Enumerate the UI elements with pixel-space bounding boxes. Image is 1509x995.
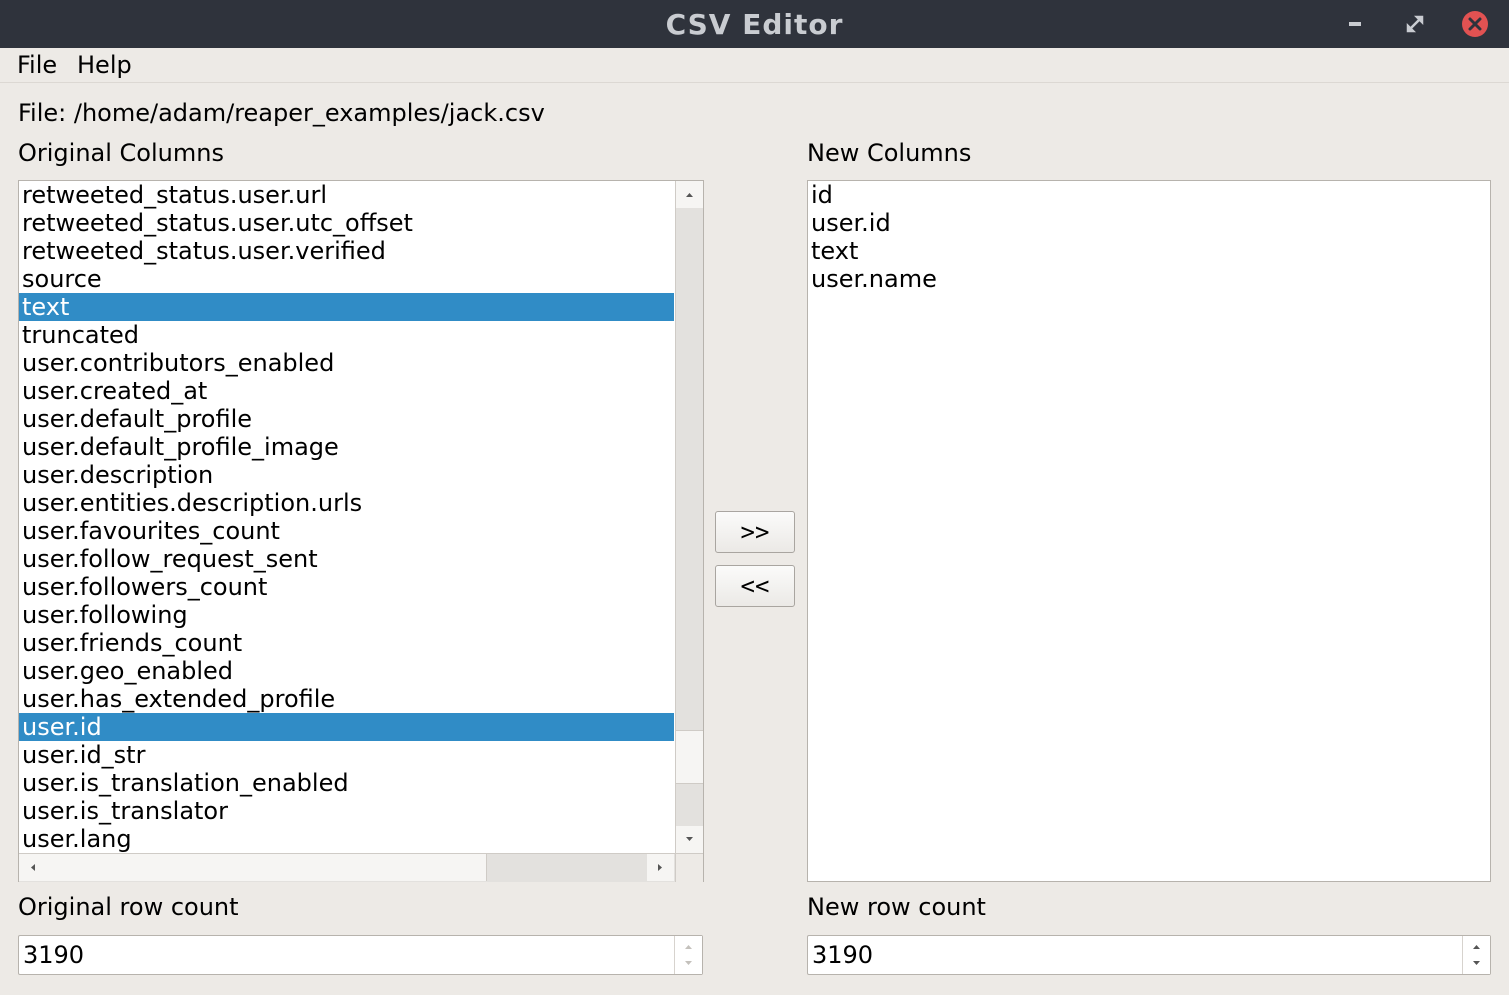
add-column-button[interactable]: >>: [715, 511, 795, 553]
new-row-count-stepper[interactable]: [1462, 936, 1490, 974]
original-column-item[interactable]: user.id_str: [19, 741, 674, 769]
close-icon[interactable]: [1461, 10, 1489, 38]
original-column-item[interactable]: user.default_profile_image: [19, 433, 674, 461]
scroll-left-button[interactable]: [19, 854, 46, 881]
new-columns-items: id user.id text user.name: [808, 181, 1490, 293]
window-title: CSV Editor: [665, 8, 844, 41]
original-column-item[interactable]: user.following: [19, 601, 674, 629]
arrow-up-icon: [686, 193, 693, 197]
original-column-item[interactable]: retweeted_status.user.url: [19, 181, 674, 209]
maximize-icon[interactable]: [1401, 10, 1429, 38]
original-row-count-stepper[interactable]: [674, 936, 702, 974]
new-column-item[interactable]: text: [808, 237, 1490, 265]
original-columns-items: retweeted_status.user.url retweeted_statu…: [19, 181, 674, 853]
original-column-item[interactable]: retweeted_status.user.verified: [19, 237, 674, 265]
menu-help[interactable]: Help: [77, 48, 132, 82]
spin-up-icon: [1473, 945, 1480, 949]
original-row-count-label: Original row count: [18, 893, 239, 921]
vertical-scroll-thumb[interactable]: [676, 730, 703, 784]
vertical-scrollbar[interactable]: [675, 181, 703, 853]
original-column-item[interactable]: user.has_extended_profile: [19, 685, 674, 713]
title-bar: CSV Editor: [0, 0, 1509, 48]
original-column-item[interactable]: source: [19, 265, 674, 293]
horizontal-scroll-thumb[interactable]: [46, 854, 487, 881]
horizontal-scrollbar[interactable]: [19, 853, 675, 882]
spin-up-icon: [685, 945, 692, 949]
menu-file[interactable]: File: [17, 48, 57, 82]
original-column-item[interactable]: user.description: [19, 461, 674, 489]
scroll-down-button[interactable]: [676, 826, 703, 853]
arrow-left-icon: [31, 864, 35, 871]
original-column-item[interactable]: user.default_profile: [19, 405, 674, 433]
original-column-item[interactable]: user.is_translation_enabled: [19, 769, 674, 797]
original-column-item[interactable]: user.contributors_enabled: [19, 349, 674, 377]
original-column-item[interactable]: user.favourites_count: [19, 517, 674, 545]
original-column-item[interactable]: user.geo_enabled: [19, 657, 674, 685]
scroll-corner: [675, 853, 703, 882]
original-column-item[interactable]: user.id: [19, 713, 674, 741]
original-column-item[interactable]: user.followers_count: [19, 573, 674, 601]
scroll-right-button[interactable]: [647, 854, 674, 881]
new-columns-heading: New Columns: [807, 139, 972, 167]
original-column-item[interactable]: user.is_translator: [19, 797, 674, 825]
original-column-item[interactable]: user.friends_count: [19, 629, 674, 657]
remove-column-button[interactable]: <<: [715, 565, 795, 607]
spin-down-icon: [1473, 961, 1480, 965]
minimize-icon[interactable]: [1341, 10, 1369, 38]
file-path-label: File: /home/adam/reaper_examples/jack.cs…: [18, 99, 545, 127]
new-column-item[interactable]: user.id: [808, 209, 1490, 237]
scroll-up-button[interactable]: [676, 181, 703, 208]
original-column-item[interactable]: user.created_at: [19, 377, 674, 405]
new-column-item[interactable]: user.name: [808, 265, 1490, 293]
arrow-right-icon: [658, 864, 662, 871]
new-row-count-label: New row count: [807, 893, 986, 921]
original-column-item[interactable]: user.lang: [19, 825, 674, 853]
original-columns-list[interactable]: retweeted_status.user.url retweeted_statu…: [18, 180, 704, 882]
spin-down-icon: [685, 961, 692, 965]
original-column-item[interactable]: user.entities.description.urls: [19, 489, 674, 517]
original-column-item[interactable]: retweeted_status.user.utc_offset: [19, 209, 674, 237]
new-row-count-spinbox[interactable]: 3190: [807, 935, 1491, 975]
original-column-item[interactable]: text: [19, 293, 674, 321]
original-row-count-spinbox[interactable]: 3190: [18, 935, 703, 975]
menu-bar: File Help: [0, 48, 1509, 83]
original-column-item[interactable]: user.follow_request_sent: [19, 545, 674, 573]
arrow-down-icon: [686, 837, 693, 841]
new-column-item[interactable]: id: [808, 181, 1490, 209]
original-row-count-value: 3190: [23, 941, 85, 969]
new-row-count-value: 3190: [812, 941, 874, 969]
original-column-item[interactable]: truncated: [19, 321, 674, 349]
original-columns-heading: Original Columns: [18, 139, 224, 167]
new-columns-list[interactable]: id user.id text user.name: [807, 180, 1491, 882]
